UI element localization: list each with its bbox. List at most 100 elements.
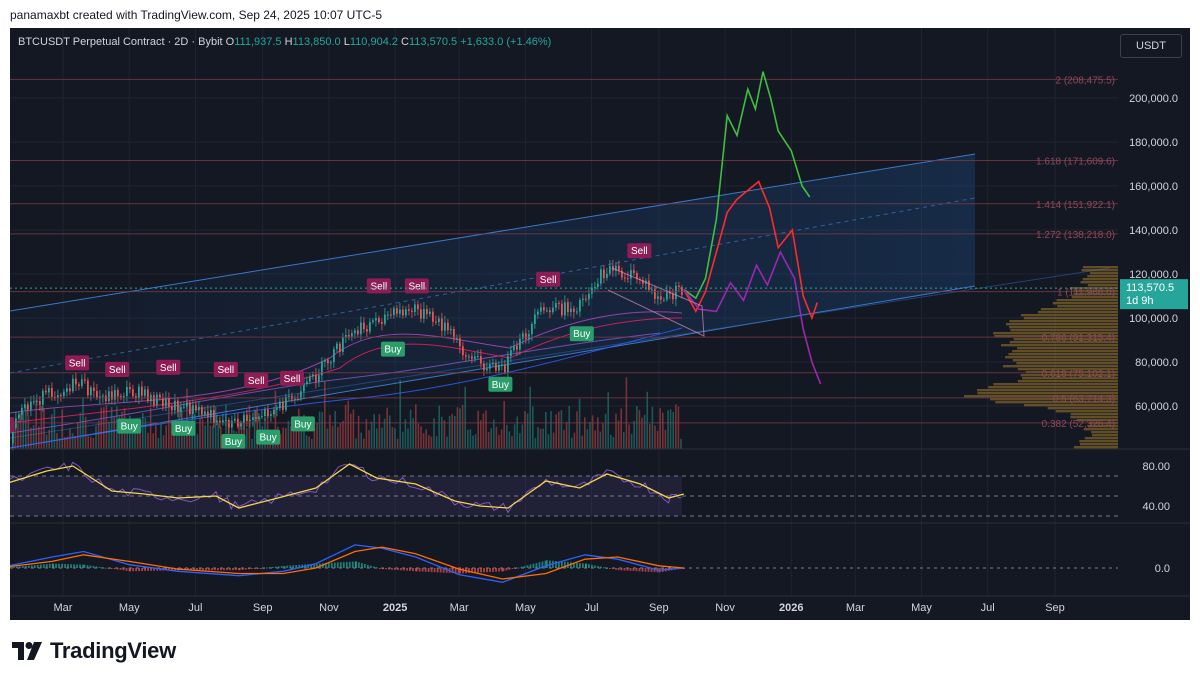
candle-body xyxy=(429,311,431,315)
volume-profile-bar xyxy=(1012,350,1118,353)
macd-histogram-bar xyxy=(480,568,482,573)
candle-body xyxy=(339,343,341,352)
macd-histogram-bar xyxy=(67,564,69,568)
volume-bar xyxy=(448,416,451,449)
macd-histogram-bar xyxy=(229,568,231,571)
volume-profile-bar xyxy=(1047,407,1118,410)
price-axis-label: 180,000.0 xyxy=(1129,137,1178,149)
macd-histogram-bar xyxy=(545,560,548,568)
volume-bar xyxy=(337,426,339,449)
time-axis-label: 2025 xyxy=(383,602,407,614)
candle-body xyxy=(288,395,290,397)
macd-histogram-bar xyxy=(45,564,48,568)
candle-body xyxy=(366,329,368,332)
macd-histogram-bar xyxy=(609,568,611,569)
open-value: 111,937.5 xyxy=(234,36,282,48)
volume-bar xyxy=(441,416,443,449)
macd-histogram-bar xyxy=(10,567,12,569)
volume-bar xyxy=(477,410,479,449)
candle-body xyxy=(147,389,149,402)
volume-bar xyxy=(649,423,651,449)
macd-histogram-bar xyxy=(554,561,557,568)
volume-bar xyxy=(79,412,82,449)
volume-bar xyxy=(539,428,542,449)
candle-body xyxy=(507,356,509,373)
volume-profile-bar xyxy=(1010,329,1118,332)
candle-body xyxy=(309,376,311,382)
volume-profile-bar xyxy=(1037,311,1118,314)
macd-histogram-bar xyxy=(211,568,213,571)
candle-body xyxy=(387,314,389,316)
macd-histogram-bar xyxy=(612,568,614,570)
candle-body xyxy=(567,302,569,313)
macd-axis-label: 0.0 xyxy=(1155,563,1170,575)
volume-profile-bar xyxy=(1079,440,1118,443)
candle-body xyxy=(555,302,557,308)
buy-signal-label: Buy xyxy=(225,437,242,448)
macd-histogram-bar xyxy=(345,561,348,568)
candle-body xyxy=(21,407,23,415)
volume-bar xyxy=(334,411,336,449)
candle-body xyxy=(393,308,395,316)
currency-button[interactable]: USDT xyxy=(1120,34,1182,58)
candle-body xyxy=(564,302,566,316)
macd-histogram-bar xyxy=(274,566,277,568)
macd-histogram-bar xyxy=(48,563,51,568)
volume-bar xyxy=(199,417,201,449)
candle-body xyxy=(252,417,254,420)
macd-histogram-bar xyxy=(647,568,650,572)
volume-bar xyxy=(526,413,529,449)
candle-body xyxy=(480,356,482,364)
volume-profile-bar xyxy=(1009,326,1118,329)
chart-frame[interactable]: 2 (208,475.5) 1.618 (171,609.6) 1.414 (151… xyxy=(10,28,1190,620)
volume-bar xyxy=(324,381,326,449)
time-axis-label: Sep xyxy=(1045,602,1065,614)
macd-histogram-bar xyxy=(363,563,366,568)
price-axis-label: 200,000.0 xyxy=(1129,93,1178,105)
volume-bar xyxy=(459,408,461,449)
candle-body xyxy=(138,386,140,398)
candle-body xyxy=(336,343,338,350)
volume-bar xyxy=(87,436,89,449)
macd-histogram-bar xyxy=(73,564,75,568)
macd-histogram-bar xyxy=(489,568,491,572)
volume-bar xyxy=(581,435,583,449)
volume-bar xyxy=(591,415,594,449)
volume-bar xyxy=(152,433,154,449)
macd-histogram-bar xyxy=(538,562,541,568)
macd-histogram-bar xyxy=(532,563,535,568)
sell-signal-badge[interactable] xyxy=(10,417,15,432)
macd-histogram-bar xyxy=(600,566,602,568)
chart-canvas[interactable]: 2 (208,475.5) 1.618 (171,609.6) 1.414 (151… xyxy=(10,28,1190,620)
candle-body xyxy=(243,414,245,424)
volume-bar xyxy=(638,409,641,449)
volume-bar xyxy=(589,421,591,449)
volume-profile-bar xyxy=(1073,446,1118,449)
candle-body xyxy=(171,406,173,411)
macd-histogram-bar xyxy=(98,566,101,568)
candle-body xyxy=(60,395,62,397)
candle-body xyxy=(318,375,320,382)
low-value: 110,904.2 xyxy=(349,36,398,48)
candle-body xyxy=(312,374,314,377)
volume-bar xyxy=(350,413,352,449)
tradingview-logo-icon xyxy=(12,642,42,660)
sell-signal-label: Sell xyxy=(248,376,265,387)
macd-histogram-bar xyxy=(116,568,119,570)
volume-bar xyxy=(604,413,607,449)
candle-body xyxy=(75,378,77,385)
macd-histogram-bar xyxy=(277,566,280,568)
macd-histogram-bar xyxy=(205,568,207,571)
volume-profile-bar xyxy=(1017,347,1118,350)
macd-histogram-bar xyxy=(336,562,339,568)
volume-bar xyxy=(71,433,74,449)
volume-bar xyxy=(552,432,555,449)
macd-histogram-bar xyxy=(21,566,24,568)
candle-body xyxy=(153,395,155,405)
price-axis-label: 100,000.0 xyxy=(1129,313,1178,325)
macd-histogram-bar xyxy=(430,568,433,573)
macd-histogram-bar xyxy=(101,567,104,569)
macd-histogram-bar xyxy=(492,568,494,572)
tradingview-logo[interactable]: TradingView xyxy=(12,638,176,664)
rsi-axis-label: 40.00 xyxy=(1142,501,1170,513)
